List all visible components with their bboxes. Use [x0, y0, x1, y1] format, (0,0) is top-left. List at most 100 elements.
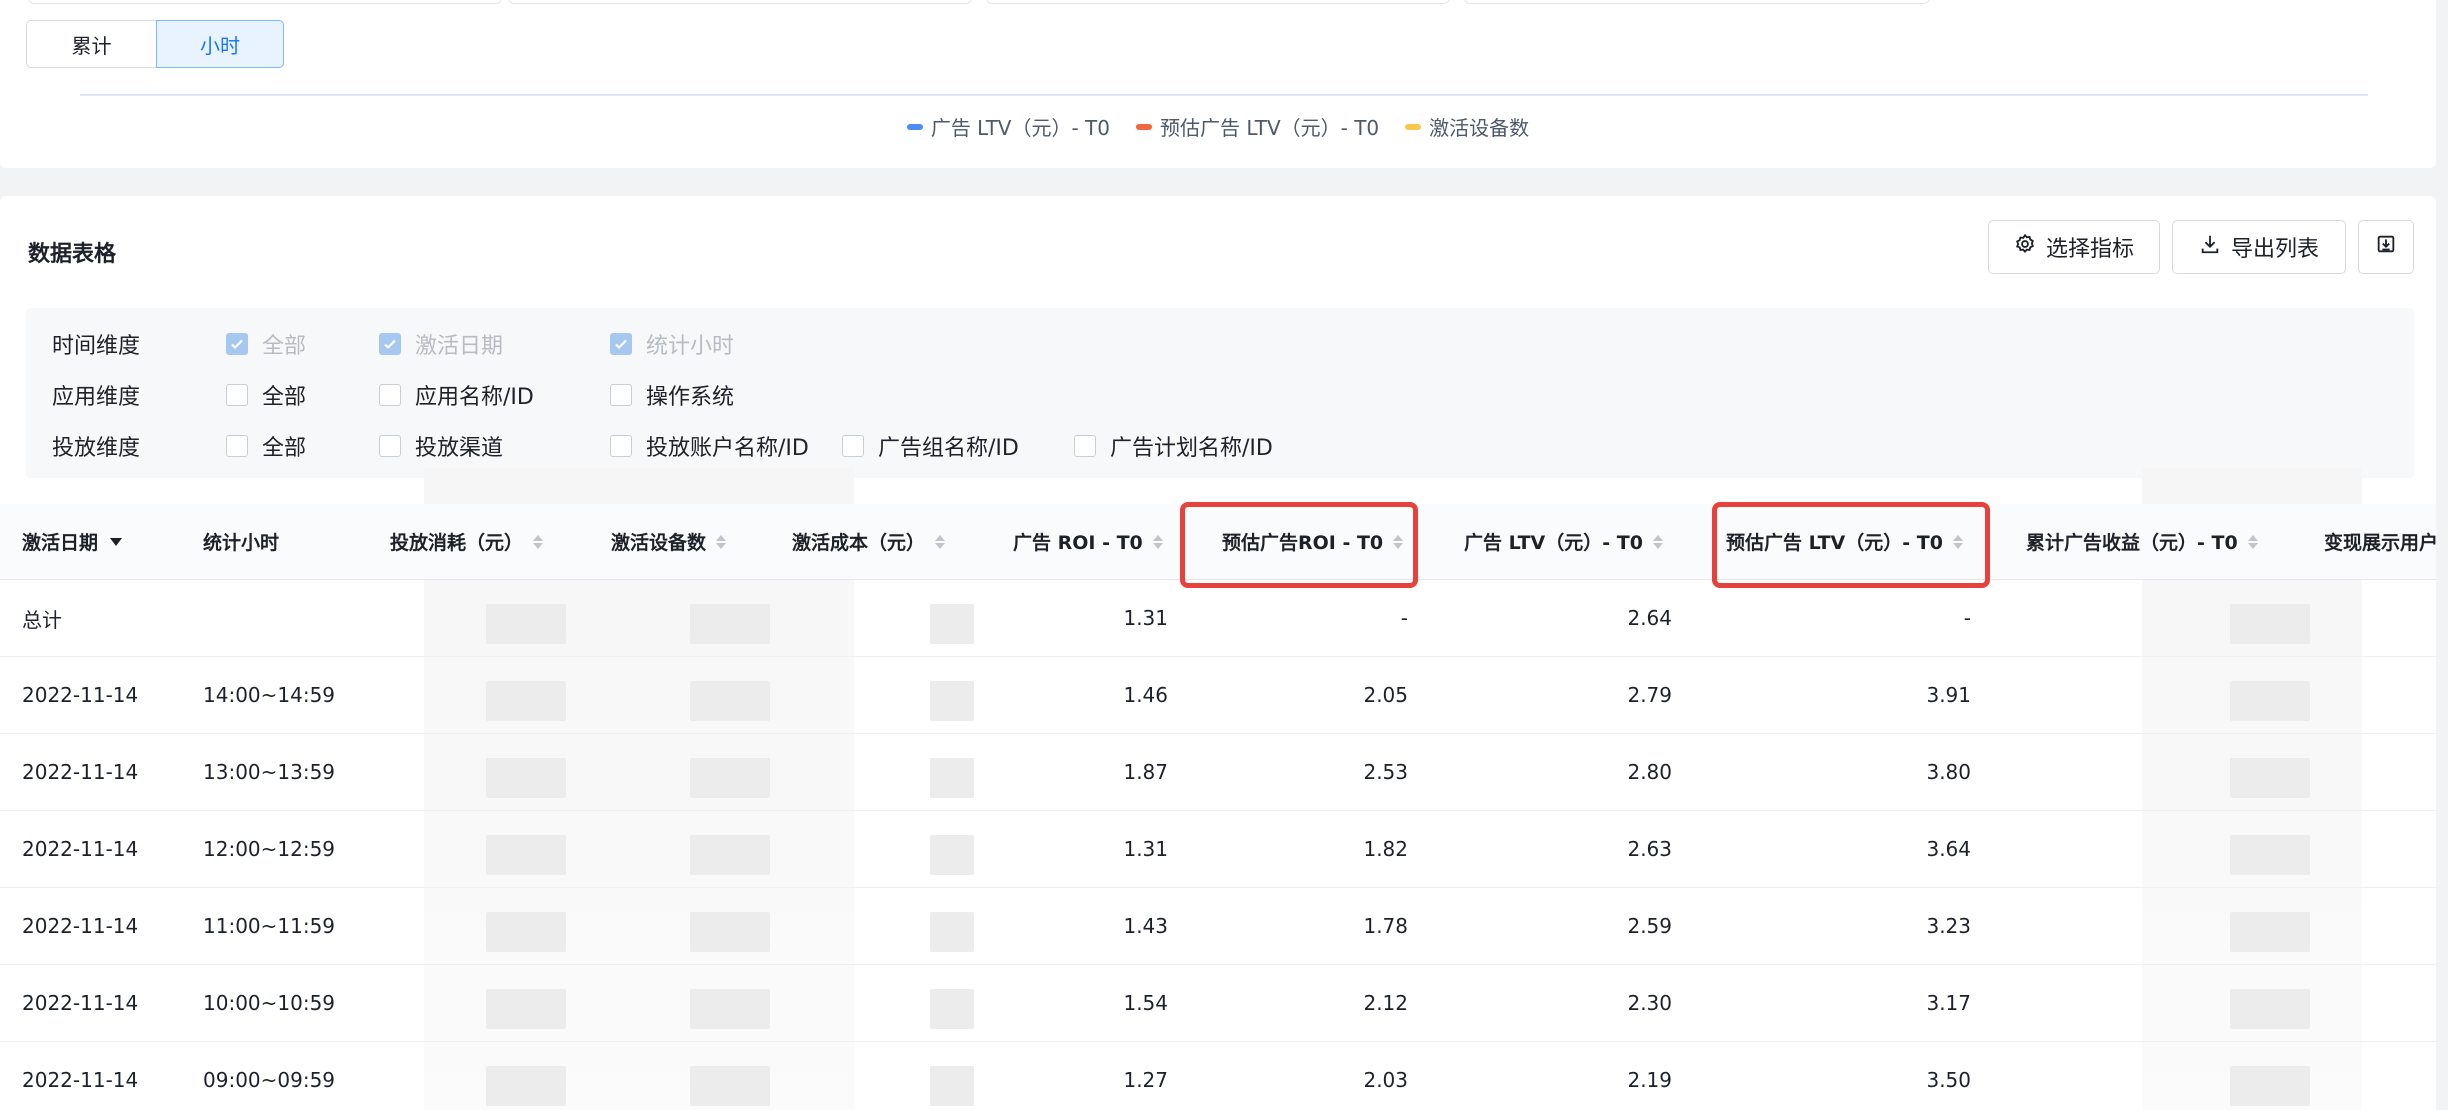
- filter-row-label: 投放维度: [52, 436, 141, 461]
- table-row: 2022-11-14 10:00~10:59 1.54 2.12 2.30 3.17: [0, 965, 2436, 1042]
- redacted-value: [690, 989, 770, 1029]
- redacted-value: [690, 604, 770, 644]
- col-header-activation-date[interactable]: 激活日期: [22, 504, 123, 579]
- checkbox-box: [379, 384, 401, 406]
- checkbox-box: [226, 435, 248, 457]
- redacted-value: [930, 912, 974, 952]
- dimension-filter-panel: 时间维度 全部 激活日期 统计小时 应用维度 全部 应用名称/ID 操作系统 投…: [26, 308, 2414, 478]
- redacted-value: [2230, 912, 2310, 952]
- legend-label: 激活设备数: [1429, 116, 1530, 140]
- app-name-id-checkbox[interactable]: 应用名称/ID: [379, 379, 534, 411]
- cell-activation-date: 2022-11-14: [22, 760, 139, 784]
- redacted-value: [2230, 758, 2310, 798]
- hourly-toggle-button[interactable]: 小时: [156, 20, 284, 68]
- legend-item-est-ad-ltv[interactable]: 预估广告 LTV（元）- T0: [1136, 112, 1379, 141]
- cell-ad-roi: 1.31: [1123, 606, 1168, 630]
- redacted-value: [486, 835, 566, 875]
- col-header-ad-ltv[interactable]: 广告 LTV（元）- T0: [1464, 504, 1663, 579]
- col-header-activation-cost[interactable]: 激活成本（元）: [792, 504, 946, 579]
- sort-icon: [2247, 534, 2258, 549]
- redacted-value: [486, 1066, 566, 1106]
- download-button[interactable]: [2358, 220, 2414, 274]
- col-header-label: 统计小时: [203, 532, 280, 554]
- cell-est-ad-ltv: 3.64: [1926, 837, 1971, 861]
- sort-desc-icon: [110, 537, 123, 546]
- checkbox-label: 全部: [262, 334, 307, 359]
- channel-checkbox[interactable]: 投放渠道: [379, 430, 503, 462]
- checkbox-label: 广告计划名称/ID: [1110, 436, 1273, 461]
- checkbox-label: 广告组名称/ID: [878, 436, 1019, 461]
- time-all-checkbox: 全部: [226, 328, 306, 360]
- cumulative-toggle-button[interactable]: 累计: [26, 20, 156, 68]
- col-header-activated-devices[interactable]: 激活设备数: [611, 504, 727, 579]
- col-header-spend[interactable]: 投放消耗（元）: [390, 504, 544, 579]
- checkbox-box: [610, 384, 632, 406]
- redacted-value: [486, 758, 566, 798]
- redacted-value: [930, 989, 974, 1029]
- checkbox-box: [226, 384, 248, 406]
- checkbox-checked-icon: [226, 333, 248, 355]
- app-all-checkbox[interactable]: 全部: [226, 379, 306, 411]
- redacted-value: [2230, 989, 2310, 1029]
- col-header-label: 广告 ROI - T0: [1013, 532, 1143, 554]
- legend-item-ad-ltv[interactable]: 广告 LTV（元）- T0: [906, 112, 1110, 141]
- redacted-value: [690, 912, 770, 952]
- chart-legend: 广告 LTV（元）- T0 预估广告 LTV（元）- T0 激活设备数: [0, 112, 2436, 141]
- redacted-value: [690, 758, 770, 798]
- col-header-est-ad-roi[interactable]: 预估广告ROI - T0: [1222, 504, 1404, 579]
- checkbox-label: 投放渠道: [415, 436, 504, 461]
- cell-ad-ltv: 2.19: [1627, 1068, 1672, 1092]
- col-header-cumulative-revenue[interactable]: 累计广告收益（元）- T0: [2026, 504, 2258, 579]
- cell-ad-ltv: 2.64: [1627, 606, 1672, 630]
- cell-est-ad-roi: 2.03: [1363, 1068, 1408, 1092]
- filter-select[interactable]: [28, 0, 502, 4]
- redacted-value: [930, 681, 974, 721]
- redacted-value: [2230, 604, 2310, 644]
- cell-activation-date: 2022-11-14: [22, 837, 139, 861]
- delivery-all-checkbox[interactable]: 全部: [226, 430, 306, 462]
- legend-label: 广告 LTV（元）- T0: [930, 116, 1110, 140]
- time-granularity-toggle: 累计 小时: [26, 20, 284, 68]
- section-title: 数据表格: [28, 242, 117, 267]
- cell-est-ad-ltv: 3.80: [1926, 760, 1971, 784]
- sort-icon: [1152, 534, 1163, 549]
- cell-est-ad-roi: -: [1400, 606, 1408, 630]
- checkbox-label: 全部: [262, 385, 307, 410]
- filter-select[interactable]: [508, 0, 972, 4]
- checkbox-checked-icon: [379, 333, 401, 355]
- col-header-label: 累计广告收益（元）- T0: [2026, 532, 2238, 554]
- cell-est-ad-roi: 2.12: [1363, 991, 1408, 1015]
- filter-select[interactable]: [986, 0, 1450, 4]
- sort-icon: [1393, 534, 1404, 549]
- filter-select[interactable]: [1464, 0, 1930, 4]
- checkbox-checked-icon: [610, 333, 632, 355]
- legend-item-activated-devices[interactable]: 激活设备数: [1405, 112, 1529, 141]
- col-header-label: 激活成本（元）: [792, 532, 926, 554]
- checkbox-box: [1074, 435, 1096, 457]
- checkbox-box: [379, 435, 401, 457]
- export-list-button[interactable]: 导出列表: [2172, 220, 2346, 274]
- redacted-value: [2230, 1066, 2310, 1106]
- ad-plan-checkbox[interactable]: 广告计划名称/ID: [1074, 430, 1273, 462]
- col-header-label: 预估广告 LTV（元）- T0: [1726, 532, 1943, 554]
- gear-icon: [2014, 233, 2036, 261]
- delivery-dimension-row: 投放维度 全部 投放渠道 投放账户名称/ID 广告组名称/ID 广告计划名称/I…: [26, 424, 2414, 464]
- os-checkbox[interactable]: 操作系统: [610, 379, 734, 411]
- import-icon: [2375, 233, 2397, 261]
- export-list-label: 导出列表: [2230, 237, 2319, 262]
- data-table: 激活日期 统计小时 投放消耗（元） 激活设备数 激活成本（元） 广告 ROI -…: [0, 504, 2436, 1110]
- cell-ad-ltv: 2.79: [1627, 683, 1672, 707]
- checkbox-label: 应用名称/ID: [415, 385, 534, 410]
- stat-hour-checkbox: 统计小时: [610, 328, 734, 360]
- col-header-monetized-users[interactable]: 变现展示用户: [2324, 504, 2436, 579]
- ad-group-checkbox[interactable]: 广告组名称/ID: [842, 430, 1019, 462]
- account-checkbox[interactable]: 投放账户名称/ID: [610, 430, 809, 462]
- col-header-est-ad-ltv[interactable]: 预估广告 LTV（元）- T0: [1726, 504, 1963, 579]
- data-table-card: 数据表格 选择指标 导出列表 时间维度 全部 激活日期 统计小时 应用维度 全部…: [0, 196, 2436, 1110]
- sort-icon: [1652, 534, 1663, 549]
- col-header-ad-roi[interactable]: 广告 ROI - T0: [1013, 504, 1163, 579]
- cell-est-ad-ltv: 3.91: [1926, 683, 1971, 707]
- col-header-label: 投放消耗（元）: [390, 532, 524, 554]
- cell-stat-hour: 09:00~09:59: [203, 1068, 336, 1092]
- select-metrics-button[interactable]: 选择指标: [1988, 220, 2160, 274]
